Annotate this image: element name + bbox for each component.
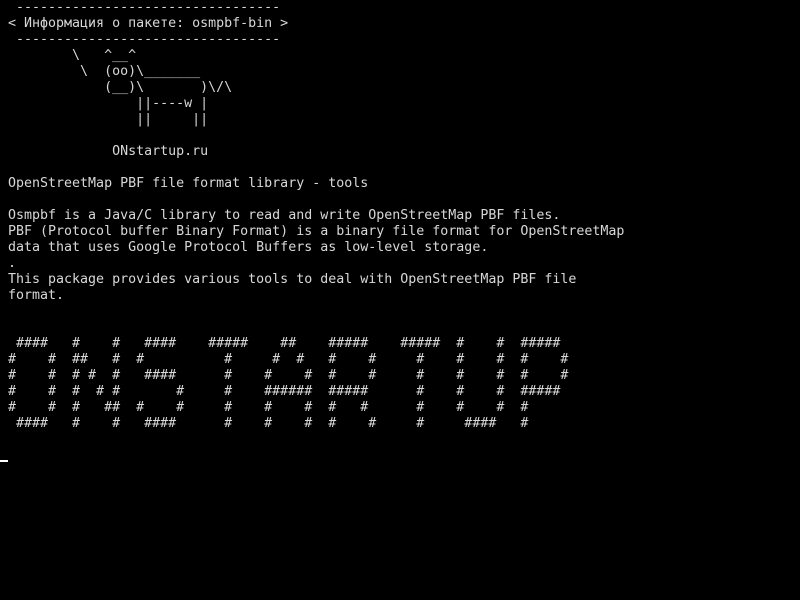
description-line: data that uses Google Protocol Buffers a… bbox=[8, 240, 489, 255]
banner-art-line: # # # # # #### # # # # # # # # # # bbox=[8, 368, 569, 383]
cow-art-line: \ ^__^ bbox=[8, 48, 137, 63]
cowsay-border-bottom: --------------------------------- bbox=[8, 32, 281, 47]
banner-art-line: # # # # # # # ###### ##### # # # ##### bbox=[8, 384, 561, 399]
banner-art-line: #### # # #### ##### ## ##### ##### # # #… bbox=[8, 336, 561, 351]
cow-art-line: (__)\ )\/\ bbox=[8, 80, 233, 95]
banner-art-line: # # # ## # # # # # # # # # # # bbox=[8, 400, 529, 415]
package-summary: OpenStreetMap PBF file format library - … bbox=[8, 176, 369, 191]
description-line: . bbox=[8, 256, 17, 271]
cow-art-line: \ (oo)\_______ bbox=[8, 64, 201, 79]
cowsay-border-top: --------------------------------- bbox=[8, 0, 281, 15]
site-credit: ONstartup.ru bbox=[8, 144, 209, 159]
package-info-heading: < Информация о пакете: osmpbf-bin > bbox=[8, 16, 289, 31]
description-line: Osmpbf is a Java/C library to read and w… bbox=[8, 208, 561, 223]
description-line: PBF (Protocol buffer Binary Format) is a… bbox=[8, 224, 625, 239]
cow-art-line: || || bbox=[8, 112, 209, 127]
text-cursor bbox=[0, 460, 8, 462]
terminal-screen: --------------------------------- < Инфо… bbox=[0, 0, 800, 600]
description-line: This package provides various tools to d… bbox=[8, 272, 577, 287]
banner-art-line: # # ## # # # # # # # # # # # # bbox=[8, 352, 569, 367]
description-line: format. bbox=[8, 288, 65, 303]
cow-art-line: ||----w | bbox=[8, 96, 209, 111]
banner-art-line: #### # # #### # # # # # # #### # bbox=[8, 416, 529, 431]
